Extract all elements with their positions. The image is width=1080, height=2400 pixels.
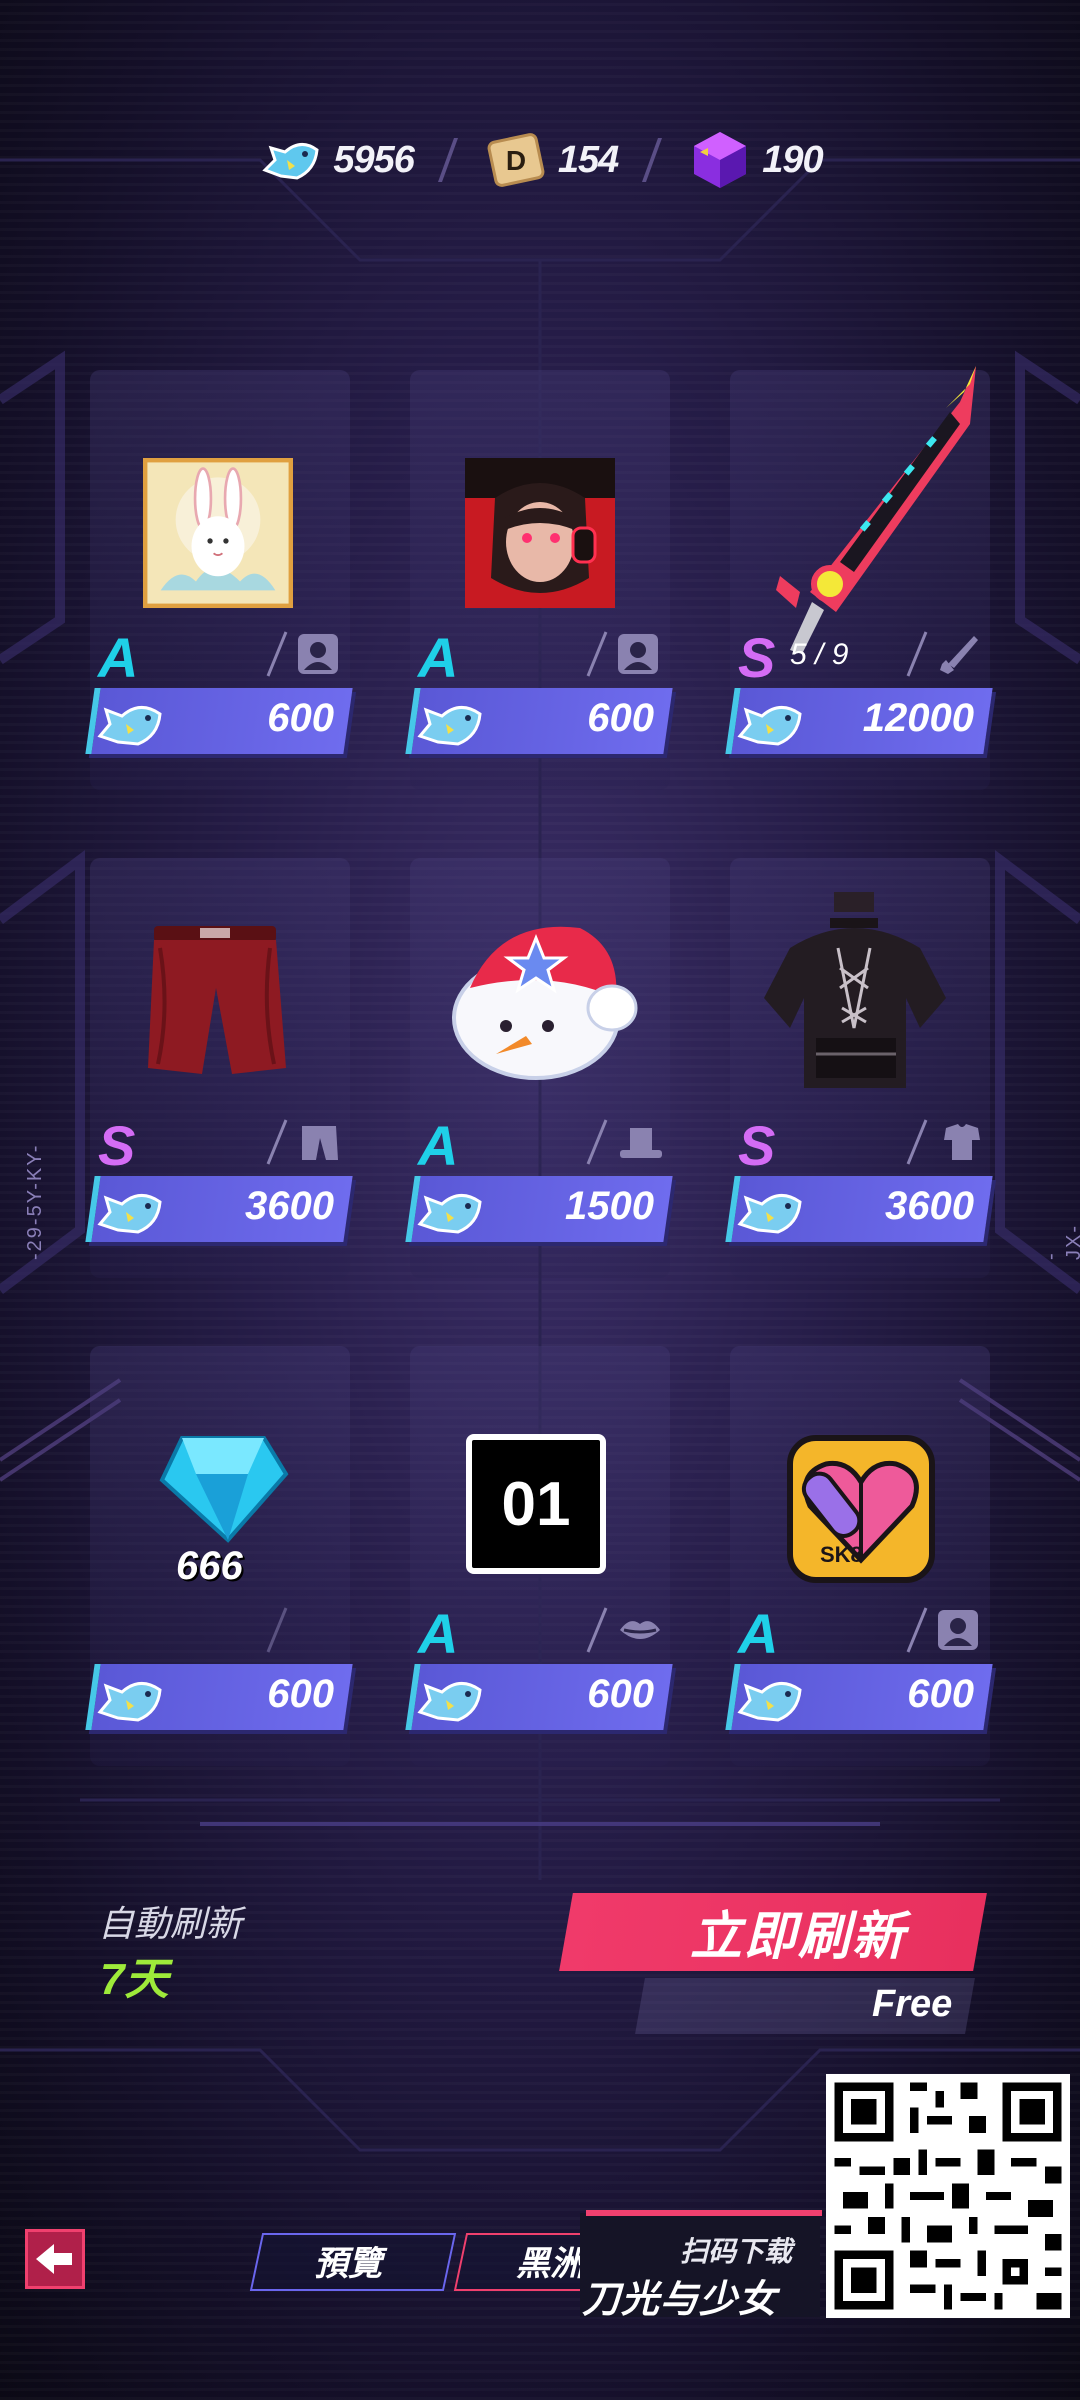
auto-refresh-days: 7天	[100, 1955, 169, 2004]
price-value: 600	[267, 696, 334, 740]
shop-screen: -29-5Y-KY- -JX-PD-RN- 5956 D 154	[0, 0, 1080, 2400]
grade-badge: S	[738, 626, 776, 689]
shirt-type-icon	[906, 1119, 980, 1165]
promo-game-title: 刀光与少女	[582, 2279, 778, 2321]
snowman-hat-icon	[452, 926, 638, 1080]
currency-bar: 5956 D 154 190	[0, 125, 1080, 195]
blue-fish-icon	[97, 706, 162, 746]
grade-badge: A	[418, 1602, 459, 1665]
shop-item-slot[interactable]: S 3600	[725, 858, 993, 1278]
currency-fish: 5956	[257, 126, 415, 194]
shop-item-slot[interactable]: S 5 / 9 12000	[725, 366, 993, 790]
grade-badge: A	[418, 1114, 459, 1177]
hat-type-icon	[586, 1119, 662, 1165]
price-value: 3600	[245, 1184, 334, 1228]
tab-black-label[interactable]: 黑洲	[516, 2236, 584, 2285]
grade-badge: S	[98, 1114, 136, 1177]
svg-text:D: D	[506, 145, 526, 176]
price-value: 12000	[862, 696, 974, 740]
avatar-type-icon	[586, 631, 658, 677]
d-coin-value: 154	[557, 138, 619, 181]
grade-badge: A	[98, 626, 139, 689]
avatar-type-icon	[266, 631, 338, 677]
blue-fish-icon	[97, 1194, 162, 1234]
blue-fish-icon	[417, 706, 482, 746]
cube-value: 190	[762, 138, 823, 181]
red-girl-portrait-icon	[465, 458, 615, 608]
sk8-text: SK8	[820, 1542, 863, 1567]
diamond-icon	[159, 1436, 289, 1543]
shop-item-slot[interactable]: SK8 A 600	[725, 1346, 993, 1766]
divider	[642, 138, 663, 182]
shop-item-slot[interactable]: A 600	[405, 370, 673, 790]
number-badge-icon: 01	[466, 1434, 606, 1574]
skateboard-heart-icon: SK8	[787, 1435, 935, 1583]
bunny-portrait-icon	[143, 458, 293, 608]
number-badge-text: 01	[501, 1469, 571, 1539]
shop-item-slot[interactable]: 01 A 600	[405, 1346, 673, 1766]
avatar-type-icon	[906, 1607, 978, 1653]
divider	[437, 138, 458, 182]
purple-cube-icon	[694, 132, 747, 188]
diamond-count: 666	[176, 1544, 243, 1588]
shop-item-slot[interactable]: S 3600	[85, 858, 353, 1278]
blue-fish-icon	[737, 706, 802, 746]
currency-d-coin: D 154	[482, 126, 619, 194]
blue-fish-icon	[737, 1194, 802, 1234]
empty-type-tag	[266, 1607, 288, 1653]
blue-fish-icon	[262, 143, 319, 180]
left-side-code: -29-5Y-KY-	[24, 1143, 46, 1260]
shop-item-slot[interactable]: A 600	[85, 370, 353, 790]
shard-progress: 5 / 9	[790, 638, 849, 671]
price-value: 1500	[565, 1184, 654, 1228]
back-button[interactable]	[25, 2229, 85, 2289]
price-value: 600	[907, 1672, 974, 1716]
promo-accent-line	[586, 2210, 822, 2216]
refresh-now-label[interactable]: 立即刷新	[690, 1894, 906, 1969]
shop-item-slot[interactable]: A 1500	[405, 858, 673, 1278]
fish-currency-value: 5956	[333, 138, 415, 181]
currency-cube: 190	[686, 126, 824, 194]
back-arrow-icon	[36, 2244, 72, 2274]
pants-type-icon	[266, 1119, 338, 1165]
tab-preview-label[interactable]: 預覽	[314, 2236, 382, 2285]
d-coin-icon: D	[487, 133, 545, 187]
price-value: 600	[587, 696, 654, 740]
grade-badge: A	[738, 1602, 779, 1665]
weapon-type-icon	[906, 631, 978, 677]
refresh-cost-label: Free	[872, 1983, 953, 2025]
price-value: 600	[267, 1672, 334, 1716]
auto-refresh-label: 自動刷新	[98, 1903, 243, 1944]
blue-fish-icon	[417, 1682, 482, 1722]
black-top-icon	[764, 892, 946, 1088]
lips-type-icon	[586, 1607, 660, 1653]
price-value: 600	[587, 1672, 654, 1716]
blue-fish-icon	[417, 1194, 482, 1234]
right-side-code: -JX-PD-RN-	[1040, 1224, 1080, 1260]
grade-badge: S	[738, 1114, 776, 1177]
qr-code	[826, 2074, 1070, 2318]
blue-fish-icon	[737, 1682, 802, 1722]
promo-scan-text: 扫码下载	[680, 2236, 793, 2267]
price-value: 3600	[885, 1184, 974, 1228]
red-blade-weapon-icon	[776, 366, 976, 654]
grade-badge: A	[418, 626, 459, 689]
shop-item-slot[interactable]: 666 600	[85, 1346, 353, 1766]
red-shorts-icon	[148, 926, 286, 1074]
blue-fish-icon	[97, 1682, 162, 1722]
